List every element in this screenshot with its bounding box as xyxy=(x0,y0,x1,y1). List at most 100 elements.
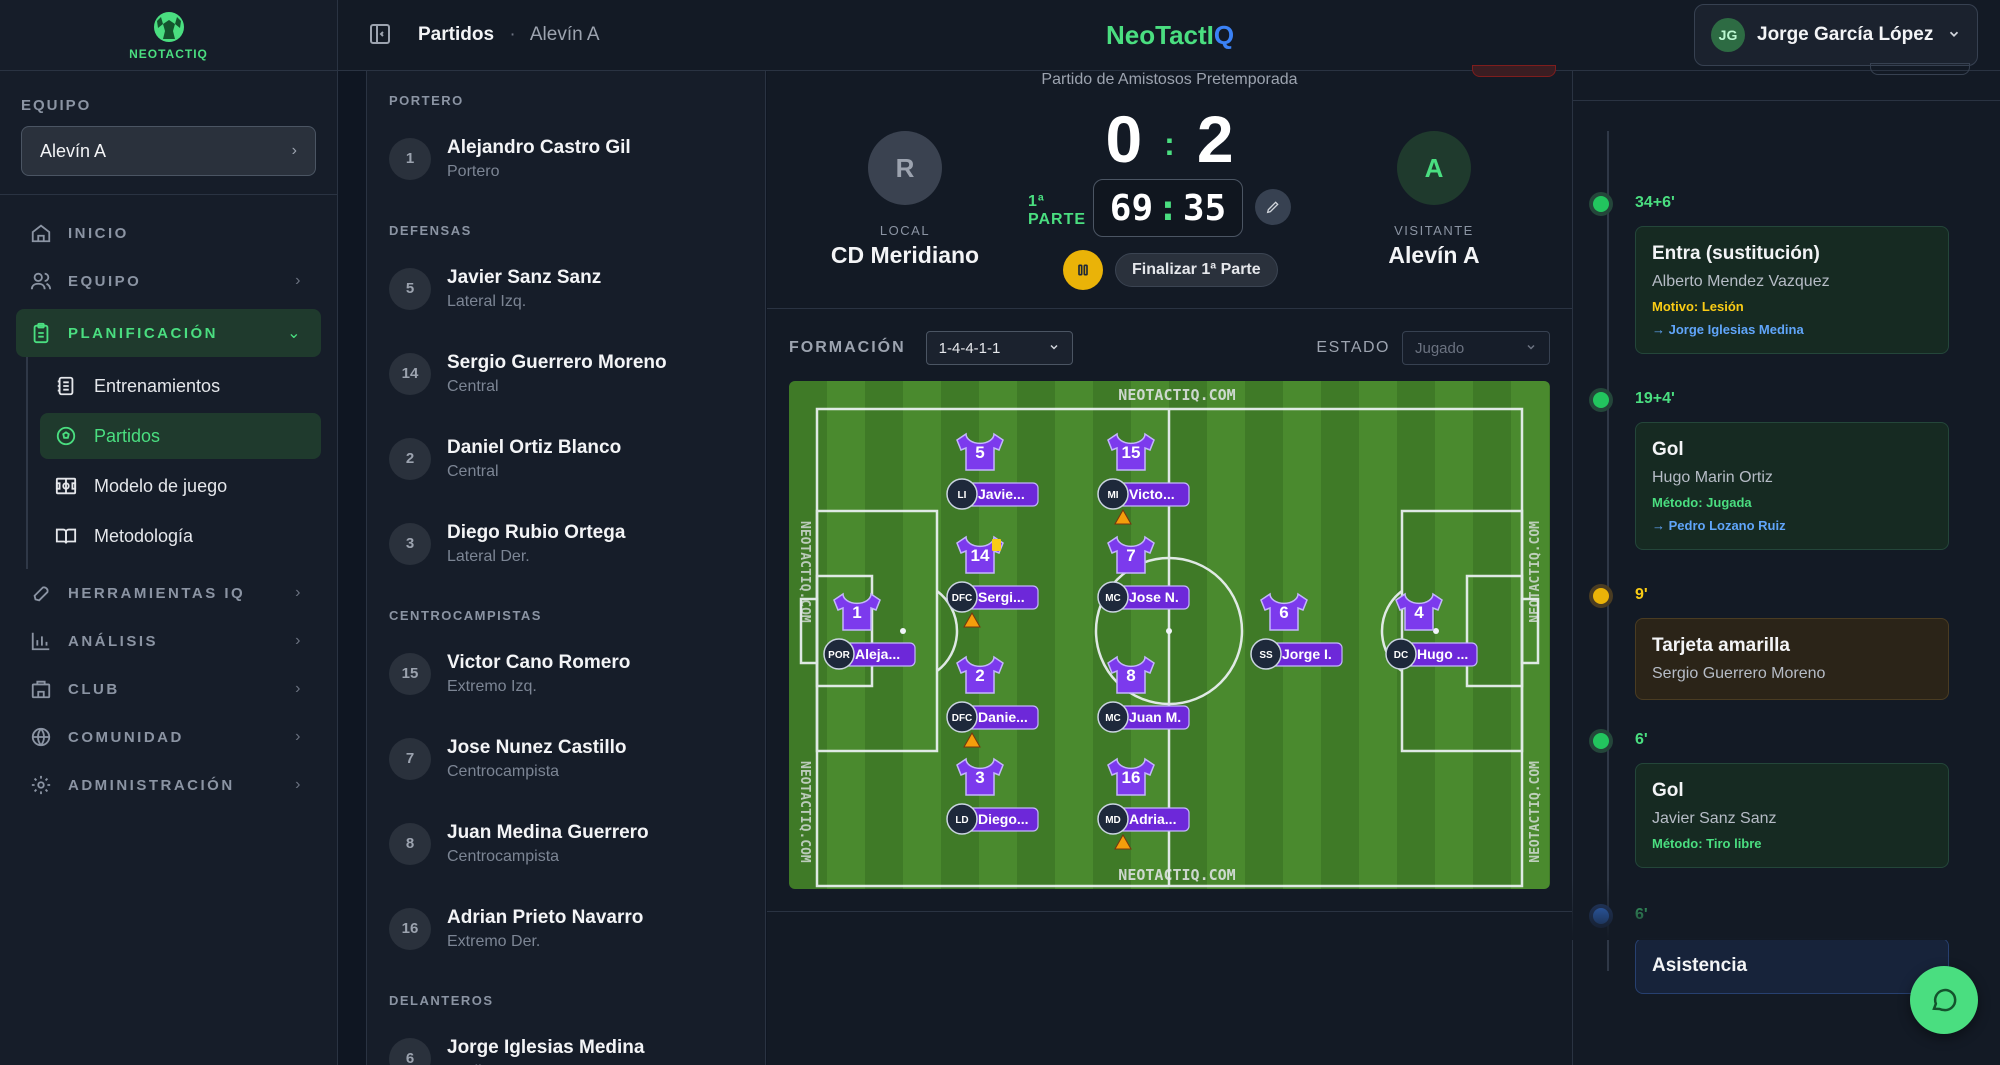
sidebar-toggle-icon[interactable] xyxy=(368,22,392,46)
estado-value: Jugado xyxy=(1415,339,1465,357)
formation-label: FORMACIÓN xyxy=(789,339,906,356)
player-info: Adrian Prieto Navarro Extremo Der. xyxy=(447,907,643,951)
subnav-partidos[interactable]: Partidos xyxy=(40,413,321,459)
edit-time-button[interactable] xyxy=(1255,189,1291,225)
event-title: Tarjeta amarilla xyxy=(1652,635,1791,656)
nav-comunidad[interactable]: COMUNIDAD › xyxy=(16,713,321,761)
event-card[interactable]: Asistencia xyxy=(1635,938,1949,994)
roster-player-row[interactable]: 8 Juan Medina Guerrero Centrocampista xyxy=(389,801,743,886)
breadcrumb: Partidos · Alevín A xyxy=(418,24,600,46)
away-team-side: VISITANTE xyxy=(1394,223,1474,238)
subnav-modelo-juego[interactable]: Modelo de juego xyxy=(40,463,321,509)
home-icon xyxy=(30,222,52,244)
nav-analisis[interactable]: ANÁLISIS › xyxy=(16,617,321,665)
position-label: LI xyxy=(958,490,967,501)
formation-select[interactable]: 1-4-4-1-1 xyxy=(925,331,1073,365)
subnav-entrenamientos[interactable]: Entrenamientos xyxy=(40,363,321,409)
chevron-right-icon: › xyxy=(295,632,303,649)
nav-herramientas-iq[interactable]: HERRAMIENTAS IQ › xyxy=(16,569,321,617)
chevron-right-icon: › xyxy=(295,272,303,289)
nav-label: PLANIFICACIÓN xyxy=(68,324,218,342)
bar-chart-icon xyxy=(30,630,52,652)
player-short-name: Jose N. xyxy=(1129,589,1179,605)
roster-player-row[interactable]: 5 Javier Sanz Sanz Lateral Izq. xyxy=(389,246,743,331)
end-half-button[interactable]: Finalizar 1ª Parte xyxy=(1115,253,1278,287)
event-player: Javier Sanz Sanz xyxy=(1652,810,1777,827)
subnav-metodologia[interactable]: Metodología xyxy=(40,513,321,559)
avatar: JG xyxy=(1711,18,1745,52)
nav-label: EQUIPO xyxy=(68,272,142,290)
event-card[interactable]: Entra (sustitución) Alberto Mendez Vazque… xyxy=(1635,226,1949,354)
player-role: Lateral Der. xyxy=(447,547,530,565)
estado-select[interactable]: Jugado xyxy=(1402,331,1550,365)
roster-player-row[interactable]: 2 Daniel Ortiz Blanco Central xyxy=(389,416,743,501)
pitch-watermark-left-2: NEOTACTIQ.COM xyxy=(797,761,812,863)
chat-button[interactable] xyxy=(1910,966,1978,1034)
player-number-badge: 14 xyxy=(389,352,431,395)
formation-bar: FORMACIÓN 1-4-4-1-1 ESTADO Jugado xyxy=(789,330,1550,366)
nav-club[interactable]: CLUB › xyxy=(16,665,321,713)
roster-player-row[interactable]: 7 Jose Nunez Castillo Centrocampista xyxy=(389,716,743,801)
nav-inicio[interactable]: INICIO xyxy=(16,209,321,257)
timer-seconds: 35 xyxy=(1182,187,1227,229)
half-indicator: 1ª PARTE xyxy=(1028,193,1086,229)
breadcrumb-partidos[interactable]: Partidos xyxy=(418,24,494,45)
chevron-right-icon: › xyxy=(295,776,303,793)
player-number-badge: 15 xyxy=(389,652,431,695)
brand[interactable]: NEOTACTIQ xyxy=(0,0,337,71)
roster-player-row[interactable]: 16 Adrian Prieto Navarro Extremo Der. xyxy=(389,886,743,971)
chat-icon xyxy=(1932,988,1957,1012)
events-header xyxy=(1573,63,2000,101)
estado-label: ESTADO xyxy=(1316,339,1390,356)
roster-player-row[interactable]: 15 Victor Cano Romero Extremo Izq. xyxy=(389,631,743,716)
user-menu-button[interactable]: JG Jorge García López xyxy=(1694,4,1978,66)
event-card[interactable]: Gol Javier Sanz Sanz Método: Tiro libre xyxy=(1635,763,1949,868)
pitch-svg: NEOTACTIQ.COM NEOTACTIQ.COM NEOTACTIQ.CO… xyxy=(789,381,1550,889)
player-short-name: Sergi... xyxy=(978,589,1025,605)
jersey-number: 3 xyxy=(975,768,984,787)
timer-separator: : xyxy=(1157,187,1179,229)
pause-icon xyxy=(1078,264,1088,276)
event-card[interactable]: Tarjeta amarilla Sergio Guerrero Moreno xyxy=(1635,618,1949,700)
event-related-player-link[interactable]: → Pedro Lozano Ruiz xyxy=(1652,518,1932,533)
wrench-icon xyxy=(30,582,52,604)
jersey-number: 15 xyxy=(1122,443,1141,462)
team-selector[interactable]: Alevín A › xyxy=(21,126,316,176)
notebook-icon xyxy=(54,374,78,398)
nav-equipo[interactable]: EQUIPO › xyxy=(16,257,321,305)
roster-group-title: DELANTEROS xyxy=(389,993,494,1008)
away-team: A VISITANTE Alevín A xyxy=(1334,131,1534,269)
roster-player-row[interactable]: 3 Diego Rubio Ortega Lateral Der. xyxy=(389,501,743,586)
roster-player-row[interactable]: 14 Sergio Guerrero Moreno Central xyxy=(389,331,743,416)
event-minute: 34+6' xyxy=(1635,194,1675,211)
pitch-watermark-bottom: NEOTACTIQ.COM xyxy=(1118,866,1235,884)
player-info: Daniel Ortiz Blanco Central xyxy=(447,437,621,481)
book-open-icon xyxy=(54,524,78,548)
pause-button[interactable] xyxy=(1063,250,1103,290)
event-title: Asistencia xyxy=(1652,955,1748,976)
subnav-label: Entrenamientos xyxy=(94,375,221,396)
events-filter-button[interactable] xyxy=(1870,63,1970,75)
roster-player-row[interactable]: 1 Alejandro Castro Gil Portero xyxy=(389,116,743,201)
roster-group-title: DEFENSAS xyxy=(389,223,472,238)
player-name: Jose Nunez Castillo xyxy=(447,736,627,758)
player-number-badge: 6 xyxy=(389,1037,431,1065)
jersey-number: 16 xyxy=(1122,768,1141,787)
event-related-player-link[interactable]: → Jorge Iglesias Medina xyxy=(1652,322,1932,337)
jersey-number: 2 xyxy=(975,666,984,685)
away-team-name: Alevín A xyxy=(1388,242,1480,268)
home-team-name: CD Meridiano xyxy=(830,242,980,268)
nav-planificacion[interactable]: PLANIFICACIÓN ⌄ xyxy=(16,309,321,357)
building-icon xyxy=(30,678,52,700)
nav-administracion[interactable]: ADMINISTRACIÓN › xyxy=(16,761,321,809)
jersey-number: 1 xyxy=(852,603,861,622)
roster-group-title: CENTROCAMPISTAS xyxy=(389,608,542,623)
event-card[interactable]: Gol Hugo Marin Ortiz Método: Jugada → Pedro… xyxy=(1635,422,1949,550)
half-label: PARTE xyxy=(1028,211,1087,228)
player-info: Jose Nunez Castillo Centrocampista xyxy=(447,737,627,781)
pitch-watermark-left: NEOTACTIQ.COM xyxy=(797,521,812,623)
user-name: Jorge García López xyxy=(1757,24,1934,45)
roster-player-row[interactable]: 6 Jorge Iglesias Medina Mediapunta xyxy=(389,1016,743,1065)
player-name: Juan Medina Guerrero xyxy=(447,821,649,843)
player-short-name: Hugo ... xyxy=(1417,646,1468,662)
